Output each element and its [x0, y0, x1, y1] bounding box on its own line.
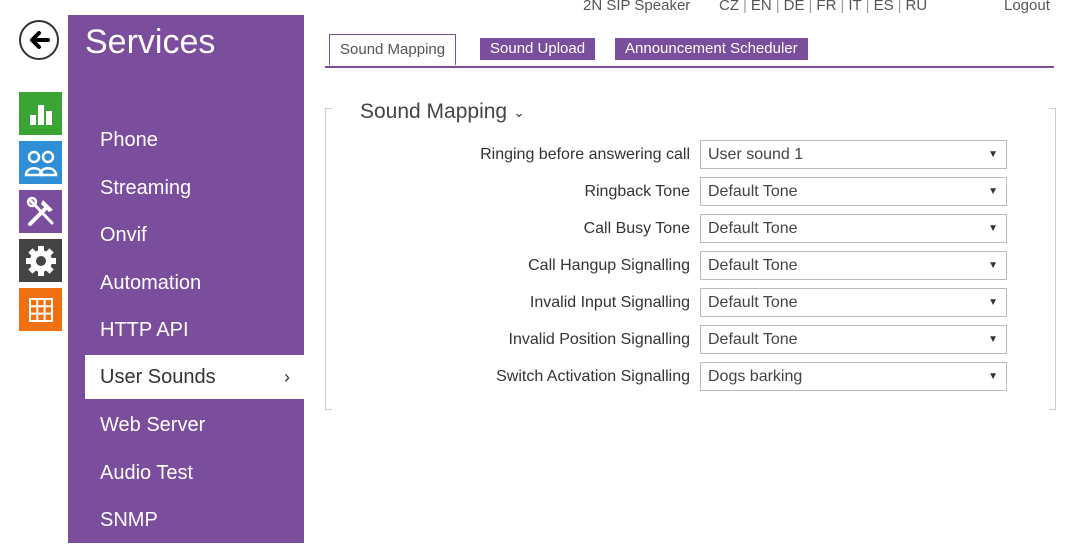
sidebar-item-snmp[interactable]: SNMP	[68, 498, 304, 542]
panel-corner	[326, 409, 332, 410]
bar-chart-icon	[29, 104, 52, 125]
lang-separator: |	[743, 0, 747, 14]
panel-corner	[326, 108, 332, 109]
select-value: User sound 1	[708, 146, 804, 163]
dropdown-arrow-icon: ▼	[988, 223, 998, 234]
sidebar-item-label: Audio Test	[100, 462, 194, 484]
ringback-tone-select[interactable]: Default Tone ▼	[700, 177, 1007, 206]
switch-activation-signalling-select[interactable]: Dogs barking ▼	[700, 362, 1007, 391]
lang-en[interactable]: EN	[751, 0, 772, 14]
tab-sound-upload[interactable]: Sound Upload	[480, 38, 596, 60]
sidebar-item-web-server[interactable]: Web Server	[68, 403, 304, 447]
select-value: Default Tone	[708, 331, 798, 348]
sidebar-item-phone[interactable]: Phone	[68, 118, 304, 162]
sidebar-item-streaming[interactable]: Streaming	[68, 166, 304, 210]
dropdown-arrow-icon: ▼	[988, 334, 998, 345]
lang-separator: |	[897, 0, 902, 14]
section-title[interactable]: Sound Mapping ⌄	[360, 100, 525, 124]
panel-corner	[1049, 409, 1055, 410]
sidebar-item-http-api[interactable]: HTTP API	[68, 308, 304, 352]
invalid-input-signalling-select[interactable]: Default Tone ▼	[700, 288, 1007, 317]
dropdown-arrow-icon: ▼	[988, 149, 998, 160]
form-row: Ringback Tone Default Tone ▼	[326, 177, 1055, 207]
call-hangup-signalling-select[interactable]: Default Tone ▼	[700, 251, 1007, 280]
sidebar-item-label: Streaming	[100, 177, 192, 199]
sidebar-item-onvif[interactable]: Onvif	[68, 213, 304, 257]
lang-es[interactable]: ES	[874, 0, 894, 14]
tools-icon	[26, 196, 53, 226]
sidebar-item-label: Web Server	[100, 414, 206, 436]
dropdown-arrow-icon: ▼	[988, 297, 998, 308]
gear-icon	[25, 245, 56, 276]
form-row: Invalid Input Signalling Default Tone ▼	[326, 288, 1055, 318]
sidebar-item-label: HTTP API	[100, 319, 189, 341]
chevron-right-icon: ›	[284, 367, 290, 387]
call-busy-tone-select[interactable]: Default Tone ▼	[700, 214, 1007, 243]
select-value: Default Tone	[708, 220, 798, 237]
back-arrow-icon	[30, 31, 50, 49]
form-row: Invalid Position Signalling Default Tone…	[326, 325, 1055, 355]
nav-system[interactable]	[19, 239, 62, 282]
invalid-position-signalling-select[interactable]: Default Tone ▼	[700, 325, 1007, 354]
form-row: Ringing before answering call User sound…	[326, 140, 1055, 170]
users-icon	[24, 150, 57, 176]
ringing-before-answering-select[interactable]: User sound 1 ▼	[700, 140, 1007, 169]
sidebar-item-label: User Sounds	[100, 366, 216, 388]
device-name: 2N SIP Speaker	[583, 0, 691, 14]
lang-ru[interactable]: RU	[905, 0, 927, 14]
sound-mapping-panel: Sound Mapping ⌄ Ringing before answering …	[325, 100, 1056, 410]
nav-apps[interactable]	[19, 288, 62, 331]
lang-separator: |	[808, 0, 813, 14]
language-selector: CZ | EN | DE | FR | IT | ES | RU	[719, 0, 927, 14]
field-label: Call Busy Tone	[583, 220, 690, 237]
select-value: Default Tone	[708, 183, 798, 200]
nav-services[interactable]	[19, 190, 62, 233]
section-title-text: Sound Mapping	[360, 100, 508, 123]
field-label: Invalid Position Signalling	[508, 331, 690, 348]
select-value: Default Tone	[708, 294, 798, 311]
tab-announcement-scheduler[interactable]: Announcement Scheduler	[615, 38, 808, 60]
lang-separator: |	[775, 0, 780, 14]
lang-separator: |	[840, 0, 845, 14]
form-row: Call Busy Tone Default Tone ▼	[326, 214, 1055, 244]
lang-fr[interactable]: FR	[816, 0, 836, 14]
sidebar-item-label: Phone	[100, 129, 158, 151]
logout-link[interactable]: Logout	[1004, 0, 1050, 14]
lang-it[interactable]: IT	[848, 0, 861, 14]
sidebar-title: Services	[85, 23, 216, 61]
top-bar: 2N SIP Speaker CZ | EN | DE | FR | IT | ES | RU Logo…	[0, 0, 1090, 16]
chevron-down-icon: ⌄	[513, 103, 525, 120]
form-row: Call Hangup Signalling Default Tone ▼	[326, 251, 1055, 281]
sidebar-item-label: Onvif	[100, 224, 147, 246]
sidebar-item-automation[interactable]: Automation	[68, 261, 304, 305]
sidebar-item-user-sounds[interactable]: User Sounds ›	[85, 355, 304, 399]
field-label: Ringback Tone	[584, 183, 690, 200]
dropdown-arrow-icon: ▼	[988, 260, 998, 271]
tab-bar: Sound Mapping Sound Upload Announcement …	[325, 34, 1054, 68]
panel-corner	[1049, 108, 1055, 109]
nav-status[interactable]	[19, 92, 62, 135]
nav-users[interactable]	[19, 141, 62, 184]
field-label: Ringing before answering call	[480, 146, 690, 163]
sidebar-item-label: Automation	[100, 272, 202, 294]
grid-icon	[28, 297, 53, 322]
back-button[interactable]	[19, 20, 59, 60]
form-row: Switch Activation Signalling Dogs barkin…	[326, 362, 1055, 392]
dropdown-arrow-icon: ▼	[988, 186, 998, 197]
select-value: Default Tone	[708, 257, 798, 274]
field-label: Switch Activation Signalling	[496, 368, 690, 385]
field-label: Invalid Input Signalling	[529, 294, 690, 311]
lang-cz[interactable]: CZ	[719, 0, 739, 14]
dropdown-arrow-icon: ▼	[988, 371, 998, 382]
field-label: Call Hangup Signalling	[528, 257, 690, 274]
services-sidebar: Services Phone Streaming Onvif Automatio…	[68, 15, 304, 543]
lang-separator: |	[865, 0, 870, 14]
lang-de[interactable]: DE	[784, 0, 805, 14]
sidebar-item-audio-test[interactable]: Audio Test	[68, 451, 304, 495]
tab-sound-mapping[interactable]: Sound Mapping	[329, 34, 457, 66]
select-value: Dogs barking	[708, 368, 803, 385]
sidebar-item-label: SNMP	[100, 509, 158, 531]
